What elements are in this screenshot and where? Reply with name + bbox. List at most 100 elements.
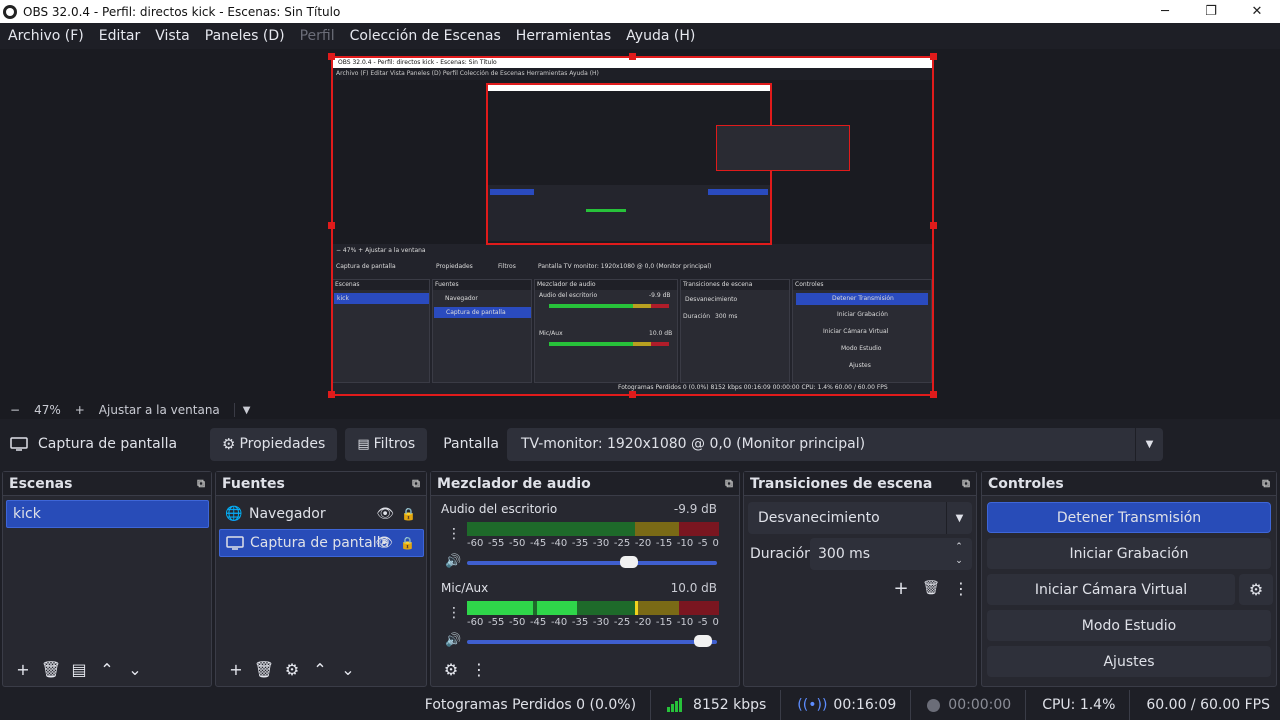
virtual-camera-settings-button[interactable]: ⚙	[1239, 574, 1273, 605]
trash-icon[interactable]: 🗑	[916, 576, 946, 600]
menu-vista[interactable]: Vista	[155, 28, 190, 44]
gear-icon[interactable]: ⚙	[278, 657, 306, 681]
add-icon[interactable]: +	[886, 576, 916, 600]
menu-herramientas[interactable]: Herramientas	[516, 28, 611, 44]
source-item-navegador[interactable]: 🌐 Navegador 👁 🔒	[219, 500, 424, 528]
zoom-fit-label[interactable]: Ajustar a la ventana	[99, 403, 220, 417]
source-selection-box[interactable]	[331, 56, 934, 396]
speaker-icon[interactable]: 🔊	[445, 554, 461, 569]
scenes-header: Escenas ⧉	[3, 472, 211, 496]
resize-handle[interactable]	[930, 391, 937, 398]
start-virtual-camera-button[interactable]: Iniciar Cámara Virtual	[987, 574, 1235, 605]
settings-label: Ajustes	[1103, 653, 1155, 670]
more-options-icon[interactable]: ⋮	[465, 657, 493, 681]
studio-mode-button[interactable]: Modo Estudio	[987, 610, 1271, 641]
minimize-button[interactable]: ─	[1142, 0, 1188, 23]
start-record-button[interactable]: Iniciar Grabación	[987, 538, 1271, 569]
lock-icon[interactable]: 🔒	[401, 507, 416, 521]
meter-tick: -30	[592, 617, 610, 628]
menu-perfil[interactable]: Perfil	[300, 28, 335, 44]
menu-paneles[interactable]: Paneles (D)	[205, 28, 285, 44]
resize-handle[interactable]	[629, 53, 636, 60]
close-button[interactable]: ✕	[1234, 0, 1280, 23]
menu-coleccion[interactable]: Colección de Escenas	[350, 28, 501, 44]
controls-dock: Controles ⧉ Detener Transmisión Iniciar …	[981, 471, 1277, 687]
cpu-usage: CPU: 1.4%	[1042, 697, 1115, 713]
duration-spinner[interactable]: ⌃ ⌄	[946, 538, 972, 570]
source-context-bar: Captura de pantalla ⚙ Propiedades ▤ Filt…	[0, 423, 1280, 465]
signal-bars-icon	[667, 698, 683, 712]
display-select[interactable]: TV-monitor: 1920x1080 @ 0,0 (Monitor pri…	[506, 427, 1163, 461]
resize-handle[interactable]	[328, 222, 335, 229]
volume-slider[interactable]	[467, 556, 717, 568]
monitor-icon	[10, 437, 28, 451]
meter-tick: -25	[613, 538, 631, 549]
meter-ticks: -60 -55 -50 -45 -40 -35 -30 -25 -20 -15 …	[467, 538, 719, 549]
resize-handle[interactable]	[930, 222, 937, 229]
zoom-dropdown-icon[interactable]: ▼	[243, 405, 251, 416]
status-bar: Fotogramas Perdidos 0 (0.0%) 8152 kbps (…	[0, 690, 1280, 720]
meter-tick: -45	[529, 617, 547, 628]
add-icon[interactable]: +	[222, 657, 250, 681]
menu-editar[interactable]: Editar	[99, 28, 140, 44]
lock-icon[interactable]: 🔒	[400, 536, 415, 550]
more-options-icon[interactable]: ⋮	[447, 605, 461, 621]
meter-tick: 0	[712, 617, 719, 628]
trash-icon[interactable]: 🗑	[37, 657, 65, 681]
eye-icon[interactable]: 👁	[375, 535, 393, 551]
meter-level	[467, 601, 533, 615]
bitrate-text: 8152 kbps	[693, 697, 767, 713]
transition-type-select[interactable]: Desvanecimiento ▼	[748, 502, 972, 534]
zoom-level: 47%	[34, 403, 61, 417]
filters-button[interactable]: ▤ Filtros	[345, 427, 428, 461]
stop-stream-button[interactable]: Detener Transmisión	[987, 502, 1271, 533]
zoom-in-button[interactable]: +	[75, 403, 85, 417]
chevron-down-icon[interactable]: ⌄	[334, 657, 362, 681]
filter-icon[interactable]: ▤	[65, 657, 93, 681]
trash-icon[interactable]: 🗑	[250, 657, 278, 681]
chevron-up-icon[interactable]: ⌃	[955, 540, 963, 554]
channel-name: Audio del escritorio	[441, 502, 558, 516]
record-time: 00:00:00	[927, 697, 1011, 713]
volume-slider[interactable]	[467, 635, 717, 647]
meter-tick: -50	[508, 617, 526, 628]
scene-item-label: kick	[13, 506, 41, 522]
mixer-channel-desktop: Audio del escritorio -9.9 dB ⋮ -60 -55 -…	[435, 500, 725, 576]
meter-yellow	[635, 522, 679, 536]
chevron-down-icon[interactable]: ⌄	[955, 554, 963, 568]
more-options-icon[interactable]: ⋮	[946, 576, 976, 600]
resize-handle[interactable]	[629, 391, 636, 398]
speaker-icon[interactable]: 🔊	[445, 633, 461, 648]
zoom-out-button[interactable]: −	[10, 403, 20, 417]
menu-archivo[interactable]: Archivo (F)	[8, 28, 84, 44]
status-divider	[1129, 690, 1131, 720]
chevron-up-icon[interactable]: ⌃	[306, 657, 334, 681]
mixer-channel-mic: Mic/Aux 10.0 dB ⋮ -60 -55 -50 -45 -40 -3…	[435, 579, 725, 655]
resize-handle[interactable]	[328, 53, 335, 60]
chevron-up-icon[interactable]: ⌃	[93, 657, 121, 681]
maximize-button[interactable]: ❐	[1188, 0, 1234, 23]
undock-icon[interactable]: ⧉	[962, 477, 970, 491]
add-icon[interactable]: +	[9, 657, 37, 681]
chevron-down-icon[interactable]: ⌄	[121, 657, 149, 681]
volume-slider-handle[interactable]	[694, 635, 713, 647]
eye-icon[interactable]: 👁	[376, 506, 394, 522]
resize-handle[interactable]	[930, 53, 937, 60]
source-item-captura[interactable]: Captura de pantalla 👁 🔒	[219, 529, 424, 557]
scene-item-kick[interactable]: kick	[6, 500, 209, 528]
more-options-icon[interactable]: ⋮	[447, 526, 461, 542]
properties-button[interactable]: ⚙ Propiedades	[210, 427, 338, 461]
volume-slider-handle[interactable]	[620, 556, 639, 568]
duration-input[interactable]: 300 ms ⌃ ⌄	[810, 538, 972, 570]
advanced-audio-icon[interactable]: ⚙	[437, 657, 465, 681]
undock-icon[interactable]: ⧉	[1262, 477, 1270, 491]
undock-icon[interactable]: ⧉	[197, 477, 205, 491]
undock-icon[interactable]: ⧉	[725, 477, 733, 491]
settings-button[interactable]: Ajustes	[987, 646, 1271, 677]
controls-header: Controles ⧉	[982, 472, 1276, 496]
resize-handle[interactable]	[328, 391, 335, 398]
globe-icon: 🌐	[225, 506, 243, 522]
menu-ayuda[interactable]: Ayuda (H)	[626, 28, 695, 44]
undock-icon[interactable]: ⧉	[412, 477, 420, 491]
display-value: TV-monitor: 1920x1080 @ 0,0 (Monitor pri…	[520, 436, 866, 452]
